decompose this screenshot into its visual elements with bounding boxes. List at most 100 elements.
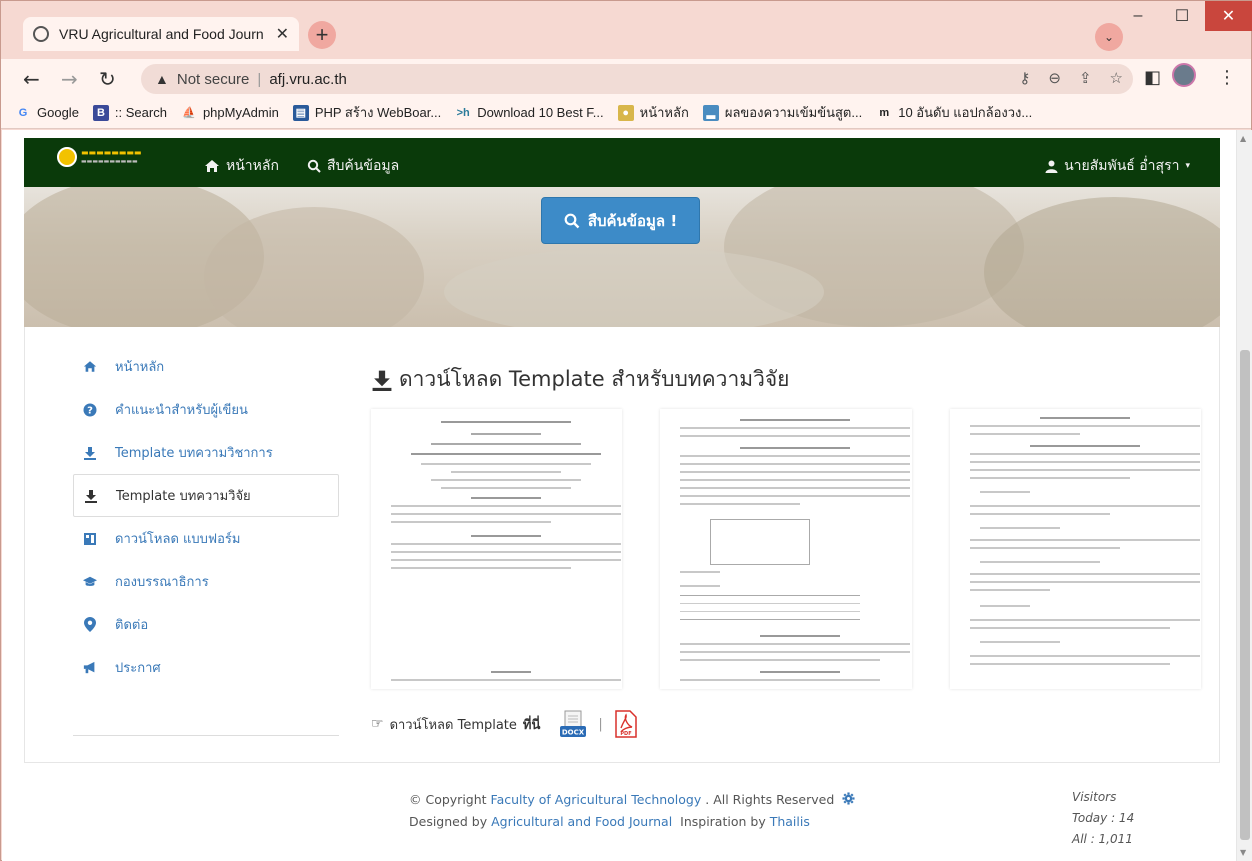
designed-by-text: Designed by	[409, 814, 488, 829]
address-bar[interactable]: ▲ Not secure | afj.vru.ac.th ⚷ ⊖ ⇪ ☆	[141, 64, 1133, 94]
sidebar-item-home[interactable]: หน้าหลัก	[73, 345, 339, 388]
scroll-down-arrow-icon[interactable]: ▼	[1240, 848, 1246, 857]
nav-search-label: สืบค้นข้อมูล	[327, 158, 400, 174]
bookmark-search[interactable]: B:: Search	[92, 104, 167, 121]
scroll-up-arrow-icon[interactable]: ▲	[1240, 134, 1246, 143]
visitors-all: All : 1,011	[1072, 832, 1133, 846]
thailis-link[interactable]: Thailis	[770, 814, 810, 829]
template-page-preview	[949, 409, 1201, 689]
search-icon	[564, 213, 580, 228]
m-icon: m	[879, 106, 890, 119]
download-here-text: ที่นี่	[522, 717, 541, 733]
share-icon[interactable]: ⇪	[1079, 69, 1092, 87]
security-label: Not secure	[176, 70, 250, 88]
minimize-button[interactable]: –	[1115, 1, 1161, 31]
browser-toolbar: ← → ↻ ▲ Not secure | afj.vru.ac.th ⚷ ⊖ ⇪…	[1, 59, 1251, 97]
page-title-text: ดาวน์โหลด Template สำหรับบทความวิจัย	[399, 367, 790, 391]
hand-pointer-icon: ☞	[371, 716, 384, 732]
chart-icon: ▂	[702, 104, 719, 121]
template-preview[interactable]	[371, 409, 1201, 689]
sidebar-item-label: Template บทความวิจัย	[116, 489, 251, 504]
journal-link[interactable]: Agricultural and Food Journal	[491, 814, 672, 829]
separator: |	[598, 716, 603, 732]
side-panel-icon[interactable]: ◧	[1144, 67, 1161, 88]
close-tab-icon[interactable]: ✕	[276, 24, 289, 44]
bookmark-star-icon[interactable]: ☆	[1110, 69, 1123, 87]
banner-decoration	[984, 197, 1220, 327]
sidebar-item-academic-template[interactable]: Template บทความวิชาการ	[73, 431, 339, 474]
bookmark-label: 10 อันดับ แอปกล้องวง...	[898, 105, 1033, 120]
download-icon	[372, 370, 392, 391]
sidebar-item-announcement[interactable]: ประกาศ	[73, 646, 339, 689]
new-tab-button[interactable]: +	[308, 21, 336, 49]
copyright-text: © Copyright	[409, 792, 487, 807]
sidebar-item-editorial[interactable]: กองบรรณาธิการ	[73, 560, 339, 603]
key-icon[interactable]: ⚷	[1019, 69, 1030, 87]
nav-search[interactable]: สืบค้นข้อมูล	[307, 155, 399, 177]
sidebar-divider	[73, 735, 339, 736]
browser-tab[interactable]: VRU Agricultural and Food Journ ✕	[23, 17, 299, 51]
sidebar-item-label: ประกาศ	[115, 661, 161, 676]
forward-arrow-icon[interactable]: →	[61, 67, 78, 91]
sidebar-item-forms[interactable]: ดาวน์โหลด แบบฟอร์ม	[73, 517, 339, 560]
visitor-counter: Visitors Today : 14 All : 1,011	[1072, 787, 1134, 850]
bookmark-label: phpMyAdmin	[202, 105, 279, 120]
seal-icon	[57, 147, 77, 167]
sidebar-item-label: Template บทความวิชาการ	[115, 446, 273, 461]
user-icon	[1045, 160, 1058, 173]
sidebar-item-contact[interactable]: ติดต่อ	[73, 603, 339, 646]
h-icon: >h	[456, 106, 470, 119]
close-window-button[interactable]: ✕	[1205, 1, 1252, 31]
maximize-button[interactable]: ☐	[1159, 1, 1205, 31]
download-icon	[84, 489, 98, 503]
profile-avatar[interactable]	[1172, 63, 1196, 87]
bookmark-google[interactable]: G Google	[15, 105, 79, 121]
menu-kebab-icon[interactable]: ⋮	[1218, 67, 1236, 88]
visitors-today: Today : 14	[1072, 811, 1135, 825]
bookmarks-bar: G Google B:: Search ⛵ phpMyAdmin ▤ PHP สร้า…	[1, 97, 1251, 129]
pdf-download-icon[interactable]: PDF	[615, 710, 637, 738]
main-content: หน้าหลัก ? คำแนะนำสำหรับผู้เขียน Templat…	[24, 327, 1220, 763]
search-icon	[307, 159, 321, 173]
content-area: ดาวน์โหลด Template สำหรับบทความวิจัย ☞ ด…	[371, 363, 1201, 738]
sidebar-item-author-guide[interactable]: ? คำแนะนำสำหรับผู้เขียน	[73, 388, 339, 431]
user-menu[interactable]: นายสัมพันธ์ อ่ำสุรา ▾	[1045, 155, 1190, 177]
back-arrow-icon[interactable]: ←	[23, 67, 40, 91]
bookmark-label: PHP สร้าง WebBoar...	[314, 105, 442, 120]
phpmyadmin-icon: ⛵	[182, 107, 196, 119]
bookmark-home[interactable]: ● หน้าหลัก	[617, 102, 689, 123]
nav-home-label: หน้าหลัก	[226, 158, 279, 174]
site-logo[interactable]: ▬▬▬▬▬▬▬▬ ▬▬▬▬▬▬▬▬▬▬	[57, 146, 167, 168]
page-icon: ▤	[292, 104, 309, 121]
nav-home[interactable]: หน้าหลัก	[204, 155, 279, 177]
reload-icon[interactable]: ↻	[99, 67, 116, 91]
gear-icon[interactable]	[842, 792, 855, 805]
sidebar-item-label: ติดต่อ	[115, 618, 149, 633]
sidebar-item-label: กองบรรณาธิการ	[115, 575, 209, 590]
vertical-scrollbar[interactable]: ▲ ▼	[1236, 130, 1252, 861]
form-icon	[83, 532, 97, 546]
bookmark-camera-apps[interactable]: m 10 อันดับ แอปกล้องวง...	[876, 102, 1032, 123]
footer-credits: © Copyright Faculty of Agricultural Tech…	[409, 789, 855, 833]
scrollbar-thumb[interactable]	[1240, 350, 1250, 840]
faculty-link[interactable]: Faculty of Agricultural Technology	[491, 792, 702, 807]
site-footer: © Copyright Faculty of Agricultural Tech…	[24, 763, 1220, 861]
google-icon: G	[18, 106, 28, 119]
bookmark-label: Google	[37, 105, 79, 120]
zoom-icon[interactable]: ⊖	[1048, 69, 1061, 87]
logo-text: ▬▬▬▬▬▬▬▬ ▬▬▬▬▬▬▬▬▬▬	[81, 148, 142, 165]
graduation-cap-icon	[83, 575, 97, 589]
hero-banner: สืบค้นข้อมูล !	[24, 187, 1220, 327]
question-circle-icon: ?	[83, 403, 97, 417]
bookmark-label: Download 10 Best F...	[477, 105, 604, 120]
sidebar-item-research-template[interactable]: Template บทความวิจัย	[73, 474, 339, 517]
bullhorn-icon	[83, 661, 97, 675]
docx-download-icon[interactable]: DOCX	[560, 710, 587, 738]
title-bar: VRU Agricultural and Food Journ ✕ + ⌄ – …	[1, 1, 1252, 59]
site-icon: ●	[617, 104, 634, 121]
bookmark-download[interactable]: >h Download 10 Best F...	[455, 105, 604, 121]
bookmark-phpmyadmin[interactable]: ⛵ phpMyAdmin	[181, 105, 279, 121]
bookmark-php-webboard[interactable]: ▤ PHP สร้าง WebBoar...	[292, 102, 442, 123]
bookmark-research[interactable]: ▂ ผลของความเข้มข้นสูต...	[702, 102, 862, 123]
hero-search-button[interactable]: สืบค้นข้อมูล !	[541, 197, 700, 244]
